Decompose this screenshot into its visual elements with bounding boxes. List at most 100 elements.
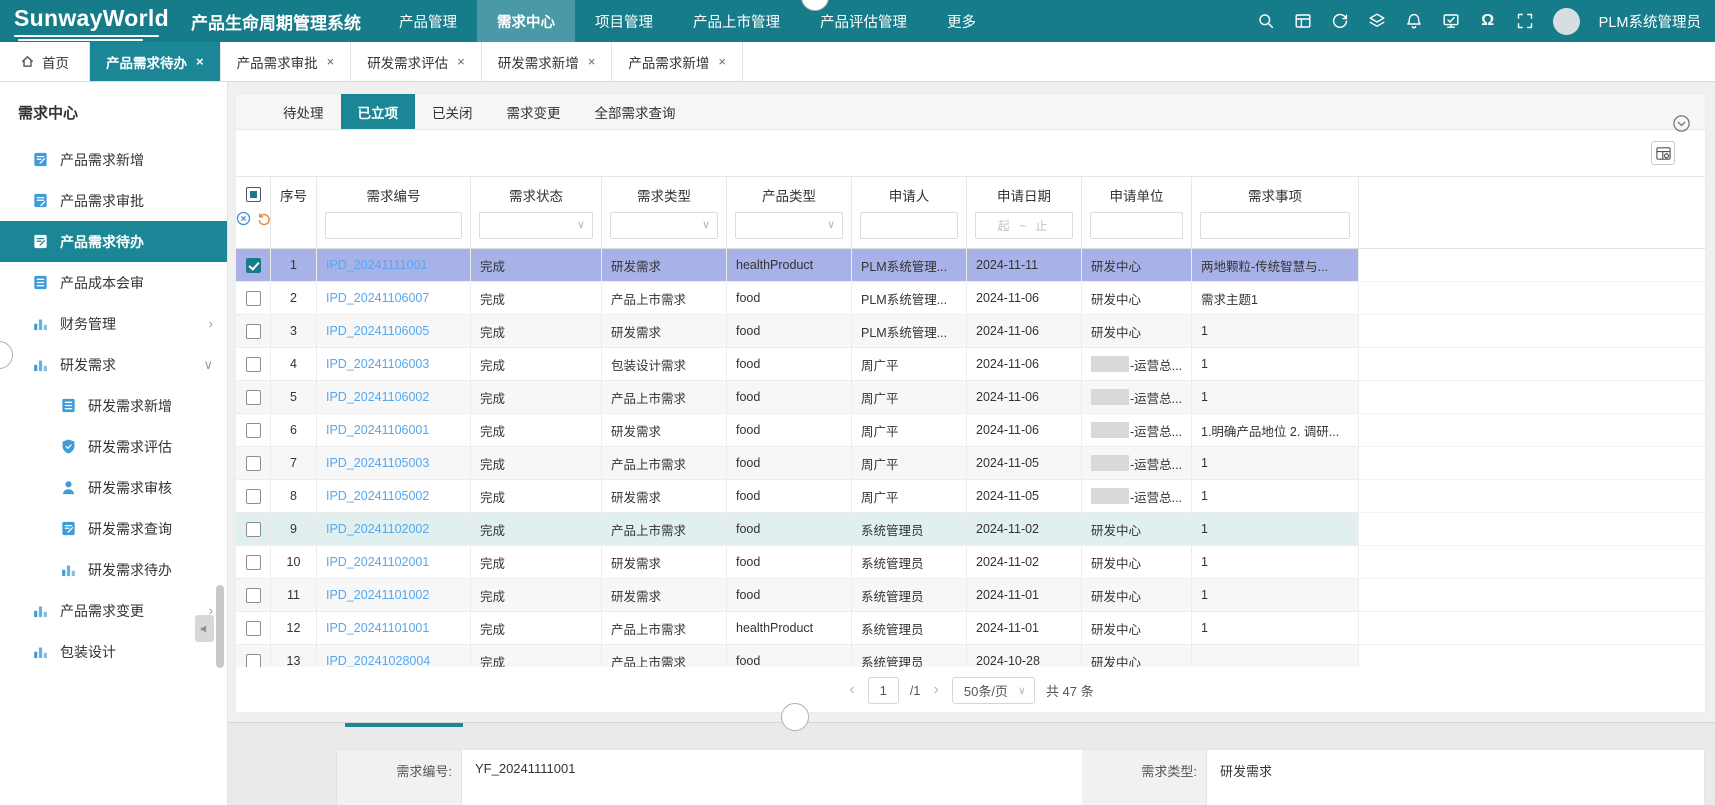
table-row[interactable]: 13IPD_20241028004完成产品上市需求food系统管理员2024-1… xyxy=(236,645,1705,667)
splitter-handle-bottom[interactable] xyxy=(781,703,809,731)
table-row[interactable]: 8IPD_20241105002完成研发需求food周广平2024-11-05-… xyxy=(236,480,1705,513)
window-tab[interactable]: 研发需求评估× xyxy=(351,42,482,81)
sidebar-item[interactable]: 财务管理› xyxy=(0,303,227,344)
sidebar-item[interactable]: 包装设计 xyxy=(0,631,227,672)
table-row[interactable]: 1IPD_20241111001完成研发需求healthProductPLM系统… xyxy=(236,249,1705,282)
requirement-link[interactable]: IPD_20241101002 xyxy=(326,588,429,602)
column-settings-icon[interactable] xyxy=(1651,141,1675,165)
table-row[interactable]: 11IPD_20241101002完成研发需求food系统管理员2024-11-… xyxy=(236,579,1705,612)
refresh-icon[interactable] xyxy=(1331,12,1349,30)
sidebar-scrollbar[interactable] xyxy=(216,585,224,668)
row-checkbox[interactable] xyxy=(246,291,261,306)
close-tab-icon[interactable]: × xyxy=(588,54,596,69)
view-tab[interactable]: 全部需求查询 xyxy=(578,94,693,129)
layers-icon[interactable] xyxy=(1368,12,1386,30)
sidebar-item[interactable]: 研发需求∨ xyxy=(0,344,227,385)
filter-type-select[interactable]: ∨ xyxy=(610,212,718,239)
reset-filter-icon[interactable] xyxy=(256,211,271,226)
bell-icon[interactable] xyxy=(1405,12,1423,30)
window-tab[interactable]: 产品需求待办× xyxy=(89,42,221,81)
filter-date-range[interactable]: 起 ~ 止 xyxy=(975,212,1073,239)
table-row[interactable]: 12IPD_20241101001完成产品上市需求healthProduct系统… xyxy=(236,612,1705,645)
requirement-link[interactable]: IPD_20241028004 xyxy=(326,654,430,667)
search-icon[interactable] xyxy=(1257,12,1275,30)
requirement-link[interactable]: IPD_20241102001 xyxy=(326,555,429,569)
row-checkbox[interactable] xyxy=(246,456,261,471)
close-tab-icon[interactable]: × xyxy=(718,54,726,69)
sidebar-item[interactable]: 产品需求待办 xyxy=(0,221,227,262)
sidebar-item[interactable]: 产品需求审批 xyxy=(0,180,227,221)
sidebar-item[interactable]: 产品成本会审 xyxy=(0,262,227,303)
screen-edit-icon[interactable] xyxy=(1442,12,1460,30)
table-row[interactable]: 4IPD_20241106003完成包装设计需求food周广平2024-11-0… xyxy=(236,348,1705,381)
omega-icon[interactable]: Ω xyxy=(1479,12,1497,30)
sidebar-collapse-button[interactable] xyxy=(195,615,214,642)
table-row[interactable]: 9IPD_20241102002完成产品上市需求food系统管理员2024-11… xyxy=(236,513,1705,546)
fullscreen-icon[interactable] xyxy=(1516,12,1534,30)
row-checkbox[interactable] xyxy=(246,522,261,537)
prev-page-button[interactable]: ‹ xyxy=(847,681,856,699)
sidebar-item[interactable]: 产品需求变更› xyxy=(0,590,227,631)
close-tab-icon[interactable]: × xyxy=(457,54,465,69)
select-all-checkbox[interactable] xyxy=(246,187,261,202)
clear-selection-icon[interactable] xyxy=(236,211,251,226)
sidebar-item[interactable]: 研发需求查询 xyxy=(0,508,227,549)
nav-item[interactable]: 产品管理 xyxy=(379,0,477,42)
row-checkbox[interactable] xyxy=(246,621,261,636)
row-checkbox[interactable] xyxy=(246,555,261,570)
close-tab-icon[interactable]: × xyxy=(196,54,204,69)
view-tab[interactable]: 需求变更 xyxy=(490,94,578,129)
row-checkbox[interactable] xyxy=(246,324,261,339)
filter-applicant-input[interactable] xyxy=(860,212,958,239)
sidebar-item[interactable]: 研发需求评估 xyxy=(0,426,227,467)
table-row[interactable]: 6IPD_20241106001完成研发需求food周广平2024-11-06-… xyxy=(236,414,1705,447)
row-checkbox[interactable] xyxy=(246,489,261,504)
current-page-input[interactable]: 1 xyxy=(868,677,899,704)
requirement-link[interactable]: IPD_20241105003 xyxy=(326,456,429,470)
filter-product-select[interactable]: ∨ xyxy=(735,212,843,239)
window-tab[interactable]: 产品需求审批× xyxy=(221,42,352,81)
window-tab[interactable]: 研发需求新增× xyxy=(482,42,613,81)
row-checkbox[interactable] xyxy=(246,357,261,372)
row-checkbox[interactable] xyxy=(246,588,261,603)
table-row[interactable]: 10IPD_20241102001完成研发需求food系统管理员2024-11-… xyxy=(236,546,1705,579)
nav-item[interactable]: 产品上市管理 xyxy=(673,0,800,42)
requirement-link[interactable]: IPD_20241106007 xyxy=(326,291,429,305)
nav-item[interactable]: 需求中心 xyxy=(477,0,575,42)
filter-status-select[interactable]: ∨ xyxy=(479,212,593,239)
requirement-link[interactable]: IPD_20241106005 xyxy=(326,324,429,338)
table-row[interactable]: 5IPD_20241106002完成产品上市需求food周广平2024-11-0… xyxy=(236,381,1705,414)
requirement-link[interactable]: IPD_20241106002 xyxy=(326,390,429,404)
requirement-link[interactable]: IPD_20241101001 xyxy=(326,621,429,635)
row-checkbox[interactable] xyxy=(246,390,261,405)
nav-item[interactable]: 更多 xyxy=(927,0,996,42)
sidebar-item[interactable]: 研发需求待办 xyxy=(0,549,227,590)
requirement-link[interactable]: IPD_20241102002 xyxy=(326,522,429,536)
page-size-select[interactable]: 50条/页 ∨ xyxy=(952,677,1035,704)
window-tab[interactable]: 产品需求新增× xyxy=(612,42,743,81)
requirement-link[interactable]: IPD_20241106003 xyxy=(326,357,429,371)
view-tab[interactable]: 待处理 xyxy=(266,94,341,129)
sidebar-item[interactable]: 研发需求新增 xyxy=(0,385,227,426)
next-page-button[interactable]: › xyxy=(932,681,941,699)
user-avatar[interactable] xyxy=(1553,8,1580,35)
row-checkbox[interactable] xyxy=(246,258,261,273)
view-tab[interactable]: 已立项 xyxy=(341,94,416,129)
requirement-link[interactable]: IPD_20241105002 xyxy=(326,489,429,503)
user-name[interactable]: PLM系统管理员 xyxy=(1599,11,1701,32)
filter-req-no-input[interactable] xyxy=(325,212,462,239)
collapse-panel-icon[interactable] xyxy=(1672,114,1691,133)
sidebar-item[interactable]: 产品需求新增 xyxy=(0,139,227,180)
view-tab[interactable]: 已关闭 xyxy=(415,94,490,129)
table-row[interactable]: 7IPD_20241105003完成产品上市需求food周广平2024-11-0… xyxy=(236,447,1705,480)
filter-subject-input[interactable] xyxy=(1200,212,1350,239)
sidebar-item[interactable]: 研发需求审核 xyxy=(0,467,227,508)
tab-home[interactable]: 首页 xyxy=(0,42,89,81)
table-row[interactable]: 2IPD_20241106007完成产品上市需求foodPLM系统管理...20… xyxy=(236,282,1705,315)
requirement-link[interactable]: IPD_20241111001 xyxy=(326,258,427,272)
requirement-link[interactable]: IPD_20241106001 xyxy=(326,423,429,437)
logo[interactable]: SunwayWorld xyxy=(14,5,169,37)
row-checkbox[interactable] xyxy=(246,423,261,438)
app-panel-icon[interactable] xyxy=(1294,12,1312,30)
table-row[interactable]: 3IPD_20241106005完成研发需求foodPLM系统管理...2024… xyxy=(236,315,1705,348)
